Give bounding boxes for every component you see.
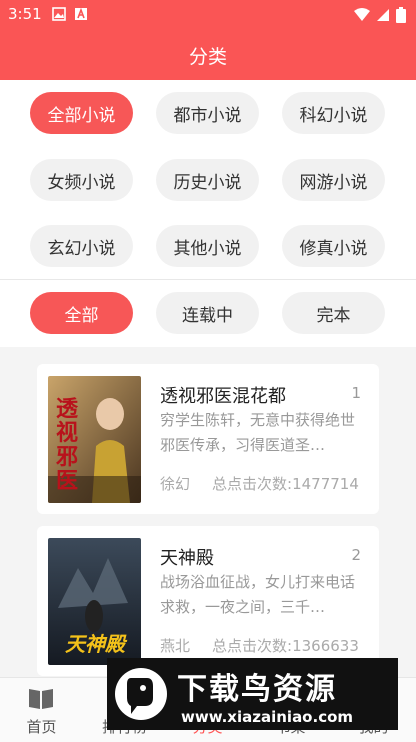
book-icon <box>29 689 53 709</box>
watermark-logo <box>115 668 167 720</box>
cover-title: 透视邪医 <box>56 397 79 494</box>
font-icon <box>75 7 87 20</box>
clicks-label: 总点击次数: <box>212 475 293 493</box>
status-time: 3:51 <box>8 5 42 23</box>
book-title: 天神殿 <box>160 548 214 569</box>
clicks-count: 1477714 <box>292 475 359 493</box>
tab-label: 首页 <box>26 718 57 736</box>
clicks-count: 1366633 <box>292 637 359 655</box>
status-chip-all[interactable]: 全部 <box>30 292 133 334</box>
book-rank: 2 <box>351 546 361 564</box>
wifi-icon <box>354 8 370 21</box>
clicks-label: 总点击次数: <box>212 637 293 655</box>
category-chip-female[interactable]: 女频小说 <box>30 159 133 201</box>
status-bar: 3:51 <box>0 0 416 30</box>
category-chip-cultivation[interactable]: 修真小说 <box>282 225 385 267</box>
book-title: 透视邪医混花都 <box>160 386 286 407</box>
divider <box>0 279 416 280</box>
category-chip-history[interactable]: 历史小说 <box>156 159 259 201</box>
status-chip-ongoing[interactable]: 连载中 <box>156 292 259 334</box>
signal-icon <box>377 9 389 21</box>
category-chip-fantasy[interactable]: 玄幻小说 <box>30 225 133 267</box>
book-card[interactable]: 天神殿 天神殿 2 战场浴血征战，女儿打来电话求救，一夜之间，三千… 燕北 总点… <box>37 526 379 676</box>
book-clicks: 总点击次数:1477714 <box>212 473 359 494</box>
book-card[interactable]: 透视邪医 透视邪医混花都 1 穷学生陈轩，无意中获得绝世邪医传承，习得医道圣… … <box>37 364 379 514</box>
book-clicks: 总点击次数:1366633 <box>212 635 359 656</box>
category-chip-urban[interactable]: 都市小说 <box>156 92 259 134</box>
tab-home[interactable]: 首页 <box>0 678 83 742</box>
book-cover[interactable]: 天神殿 <box>48 538 141 665</box>
status-chip-completed[interactable]: 完本 <box>282 292 385 334</box>
filter-panel: 全部小说 都市小说 科幻小说 女频小说 历史小说 网游小说 玄幻小说 其他小说 … <box>0 80 416 347</box>
watermark-url: www.xiazainiao.com <box>181 708 354 726</box>
book-cover[interactable]: 透视邪医 <box>48 376 141 503</box>
book-author: 徐幻 <box>160 475 191 493</box>
category-chip-all[interactable]: 全部小说 <box>30 92 133 134</box>
cover-title: 天神殿 <box>65 632 125 656</box>
category-chip-scifi[interactable]: 科幻小说 <box>282 92 385 134</box>
app-bar: 分类 <box>0 30 416 80</box>
watermark-title: 下载鸟资源 <box>177 672 337 707</box>
book-description: 战场浴血征战，女儿打来电话求救，一夜之间，三千… <box>160 573 356 616</box>
book-author: 燕北 <box>160 637 191 655</box>
book-rank: 1 <box>351 384 361 402</box>
gallery-icon <box>52 7 66 21</box>
book-description: 穷学生陈轩，无意中获得绝世邪医传承，习得医道圣… <box>160 411 356 454</box>
page-title: 分类 <box>188 45 227 68</box>
battery-icon <box>396 7 406 23</box>
category-chip-other[interactable]: 其他小说 <box>156 225 259 267</box>
category-chip-game[interactable]: 网游小说 <box>282 159 385 201</box>
bird-icon <box>127 678 153 714</box>
watermark: 下载鸟资源 www.xiazainiao.com <box>107 658 398 730</box>
